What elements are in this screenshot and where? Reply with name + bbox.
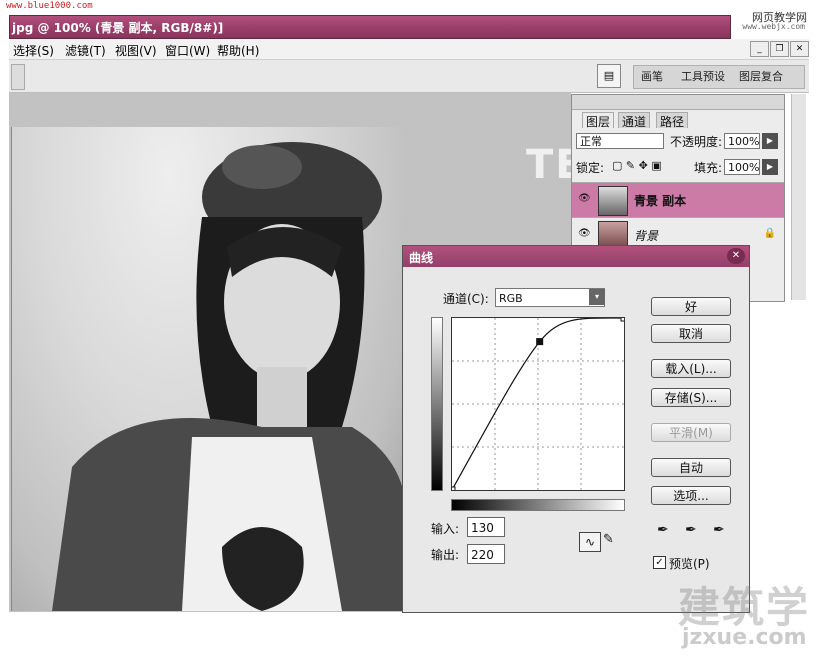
tab-layers[interactable]: 图层 xyxy=(582,112,615,129)
channel-label: 通道(C): xyxy=(443,292,489,306)
input-gradient-bar xyxy=(451,499,625,511)
curves-dialog: 曲线 ✕ 通道(C): RGB ▾ 输入: 130 输出: 220 ∿ ✎ 好 … xyxy=(402,245,750,613)
opacity-input[interactable]: 100% xyxy=(724,133,760,149)
cancel-button[interactable]: 取消 xyxy=(651,324,731,343)
visibility-eye-icon[interactable]: 👁 xyxy=(578,193,591,204)
curve-graph[interactable] xyxy=(448,314,628,494)
close-icon[interactable]: ✕ xyxy=(727,248,745,264)
curves-title: 曲线 xyxy=(409,251,434,265)
lock-icon: 🔒 xyxy=(763,228,776,239)
options-grip[interactable] xyxy=(11,64,25,90)
opacity-label: 不透明度: xyxy=(670,135,723,149)
curve-point[interactable] xyxy=(536,338,544,346)
preview-checkbox[interactable]: ✓ xyxy=(653,556,666,569)
fill-input[interactable]: 100% xyxy=(724,159,760,175)
tab-channels[interactable]: 通道 xyxy=(618,112,651,129)
auto-button[interactable]: 自动 xyxy=(651,458,731,477)
menu-select[interactable]: 选择(S) xyxy=(13,42,54,59)
palette-tab-layer-comps[interactable]: 图层复合 xyxy=(739,68,783,84)
pencil-icon[interactable]: ✎ xyxy=(603,532,614,547)
watermark-url: www.blue1000.com xyxy=(6,1,93,11)
document-title: jpg @ 100% (青景 副本, RGB/8#)] xyxy=(12,21,224,35)
lock-label: 锁定: xyxy=(576,161,605,175)
palette-tab-tool-presets[interactable]: 工具预设 xyxy=(681,68,725,84)
fill-slider-icon[interactable]: ▶ xyxy=(762,159,778,175)
layer-name: 青景 副本 xyxy=(634,194,687,208)
black-eyedropper-icon[interactable]: ✒ xyxy=(657,522,669,538)
input-field[interactable]: 130 xyxy=(467,517,505,537)
curve-point[interactable] xyxy=(620,314,628,322)
menu-filter[interactable]: 滤镜(T) xyxy=(65,42,106,59)
tab-paths[interactable]: 路径 xyxy=(656,112,689,129)
output-label: 输出: xyxy=(431,548,460,562)
document-title-bar[interactable]: jpg @ 100% (青景 副本, RGB/8#)] xyxy=(9,15,731,39)
menu-window[interactable]: 窗口(W) xyxy=(165,42,210,59)
menu-bar: 选择(S) 滤镜(T) 视图(V) 窗口(W) 帮助(H) xyxy=(9,39,809,60)
palette-tab-brushes[interactable]: 画笔 xyxy=(641,68,663,84)
restore-icon[interactable]: ❐ xyxy=(770,41,789,57)
watermark-logo-url: jzxue.com xyxy=(682,625,807,650)
curve-point[interactable] xyxy=(448,486,456,494)
watermark-site-url: www.webjx.com xyxy=(742,22,805,31)
white-eyedropper-icon[interactable]: ✒ xyxy=(713,522,725,538)
menu-help[interactable]: 帮助(H) xyxy=(217,42,259,59)
layer-row[interactable]: 👁 青景 副本 xyxy=(572,182,784,217)
curve-plot[interactable] xyxy=(448,314,628,494)
load-button[interactable]: 载入(L)... xyxy=(651,359,731,378)
save-button[interactable]: 存储(S)... xyxy=(651,388,731,407)
layer-thumbnail xyxy=(598,186,628,216)
curves-title-bar[interactable]: 曲线 ✕ xyxy=(403,246,749,267)
layer-name: 背景 xyxy=(634,229,659,243)
output-gradient-bar xyxy=(431,317,443,491)
window-controls: _ ❐ ✕ xyxy=(749,40,809,57)
blend-mode-select[interactable]: 正常 xyxy=(576,133,664,149)
options-button[interactable]: 选项... xyxy=(651,486,731,505)
opacity-slider-icon[interactable]: ▶ xyxy=(762,133,778,149)
file-browser-icon[interactable]: ▤ xyxy=(597,64,621,88)
input-label: 输入: xyxy=(431,522,460,536)
close-icon[interactable]: ✕ xyxy=(790,41,809,57)
preview-label: 预览(P) xyxy=(669,557,710,571)
smooth-button: 平滑(M) xyxy=(651,423,731,442)
portrait-image xyxy=(52,142,406,611)
layers-panel-header[interactable] xyxy=(572,95,784,110)
curve-tool-icon[interactable]: ∿ xyxy=(579,532,601,552)
lock-icons[interactable]: ▢ ✎ ✥ ▣ xyxy=(612,159,662,172)
visibility-eye-icon[interactable]: 👁 xyxy=(578,228,591,239)
ok-button[interactable]: 好 xyxy=(651,297,731,316)
photo-canvas[interactable] xyxy=(11,127,406,611)
options-bar: ▤ 画笔 工具预设 图层复合 xyxy=(9,60,809,93)
output-field[interactable]: 220 xyxy=(467,544,505,564)
minimize-icon[interactable]: _ xyxy=(750,41,769,57)
menu-view[interactable]: 视图(V) xyxy=(115,42,157,59)
vertical-scrollbar[interactable] xyxy=(791,94,806,300)
gray-eyedropper-icon[interactable]: ✒ xyxy=(685,522,697,538)
fill-label: 填充: xyxy=(694,161,723,175)
chevron-down-icon[interactable]: ▾ xyxy=(589,289,605,305)
